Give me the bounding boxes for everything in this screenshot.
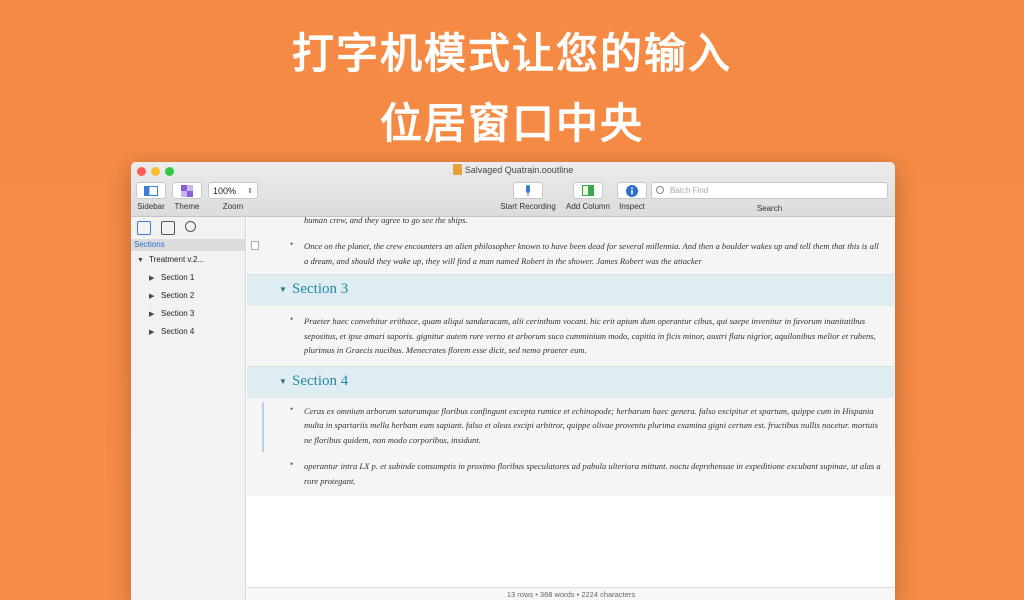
outline-view-icon[interactable] <box>137 221 151 235</box>
theme-toolbar-item[interactable]: Theme <box>172 182 202 211</box>
search-label: Search <box>756 204 783 213</box>
disclosure-right-icon[interactable]: ▶ <box>149 306 161 324</box>
disclosure-right-icon[interactable]: ▶ <box>149 288 161 306</box>
add-column-icon <box>582 185 594 196</box>
search-view-icon[interactable] <box>185 221 196 232</box>
theme-label: Theme <box>174 202 200 211</box>
zoom-stepper[interactable]: 100% ⇕ <box>208 182 258 199</box>
sidebar-item-section-1[interactable]: ▶ Section 1 <box>131 269 245 287</box>
toolbar: Salvaged Quatrain.ooutline Sidebar Theme… <box>131 162 895 217</box>
sidebar-item-treatment[interactable]: ▼ Treatment v.2... <box>131 251 245 269</box>
section-row-4[interactable]: ▼ Section 4 <box>247 365 895 398</box>
sidebar-item-label: Section 1 <box>161 273 195 282</box>
disclosure-right-icon[interactable]: ▶ <box>149 270 161 288</box>
row-text[interactable]: operantur intra LX p. et subinde consump… <box>247 459 895 488</box>
row-text[interactable]: Once on the planet, the crew encounters … <box>247 239 895 268</box>
inspect-button[interactable] <box>617 182 647 199</box>
theme-button[interactable] <box>172 182 202 199</box>
start-recording-button[interactable] <box>513 182 543 199</box>
bullet-icon[interactable]: • <box>290 404 293 414</box>
info-icon <box>626 184 638 197</box>
disclosure-down-icon[interactable]: ▼ <box>279 377 287 386</box>
sidebar-mode-bar <box>131 217 245 239</box>
row-text[interactable]: human crew, and they agree to go see the… <box>247 217 895 228</box>
outline-row[interactable]: human crew, and they agree to go see the… <box>247 217 895 233</box>
note-icon[interactable] <box>251 241 259 250</box>
headline-line-1: 打字机模式让您的输入 <box>291 29 732 78</box>
row-text[interactable]: Praeter haec convehitur erithace, quam a… <box>247 314 895 358</box>
add-column-label: Add Column <box>565 202 611 211</box>
theme-icon <box>181 184 193 197</box>
start-recording-label: Start Recording <box>500 202 556 211</box>
batch-find-input[interactable]: Batch Find <box>651 182 888 199</box>
bullet-icon[interactable]: • <box>290 239 293 249</box>
zoom-value: 100% <box>213 185 237 196</box>
add-column-button[interactable] <box>573 182 603 199</box>
document-icon <box>452 164 462 175</box>
search-icon <box>656 186 664 194</box>
outline-row-focused[interactable]: • Ceras ex omnium arborum satorumque flo… <box>247 397 895 453</box>
sidebar-item-label: Section 4 <box>161 327 195 336</box>
microphone-icon <box>526 184 530 196</box>
outline-row[interactable]: • operantur intra LX p. et subinde consu… <box>247 453 895 496</box>
section-title[interactable]: Section 4 <box>292 373 348 390</box>
sidebar-button[interactable] <box>136 182 166 199</box>
bullet-icon[interactable]: • <box>290 459 293 469</box>
row-text[interactable]: Ceras ex omnium arborum satorumque flori… <box>247 404 895 448</box>
focus-indicator <box>262 401 264 452</box>
sidebar: Sections ▼ Treatment v.2... ▶ Section 1 ▶ S… <box>131 217 246 600</box>
bullet-icon[interactable]: • <box>290 314 293 324</box>
filter-view-icon[interactable] <box>161 221 175 235</box>
window-title-wrap: Salvaged Quatrain.ooutline <box>131 164 895 175</box>
disclosure-right-icon[interactable]: ▶ <box>149 324 161 342</box>
outline-row[interactable]: • Once on the planet, the crew encounter… <box>247 233 895 274</box>
inspect-label: Inspect <box>619 202 645 211</box>
section-title[interactable]: Section 3 <box>292 281 348 298</box>
sidebar-item-section-3[interactable]: ▶ Section 3 <box>131 305 245 323</box>
start-recording-toolbar-item[interactable]: Start Recording <box>498 182 558 211</box>
zoom-toolbar-item[interactable]: 100% ⇕ Zoom <box>208 182 258 211</box>
outline-editor[interactable]: human crew, and they agree to go see the… <box>247 217 895 600</box>
disclosure-down-icon[interactable]: ▼ <box>279 285 287 294</box>
app-window: Salvaged Quatrain.ooutline Sidebar Theme… <box>131 162 895 600</box>
sidebar-sections-header: Sections <box>131 239 245 251</box>
section-row-3[interactable]: ▼ Section 3 <box>247 274 895 306</box>
sidebar-icon <box>144 185 158 196</box>
headline-line-2: 位居窗口中央 <box>379 99 644 148</box>
inspect-toolbar-item[interactable]: Inspect <box>614 182 650 211</box>
status-bar: 13 rows • 368 words • 2224 characters <box>247 587 895 600</box>
sidebar-toolbar-item[interactable]: Sidebar <box>136 182 166 211</box>
add-column-toolbar-item[interactable]: Add Column <box>564 182 612 211</box>
sidebar-item-label: Section 2 <box>161 291 195 300</box>
sidebar-item-section-2[interactable]: ▶ Section 2 <box>131 287 245 305</box>
outline-row[interactable]: • Praeter haec convehitur erithace, quam… <box>247 306 895 366</box>
sidebar-item-section-4[interactable]: ▶ Section 4 <box>131 323 245 341</box>
sidebar-item-label: Treatment v.2... <box>149 255 205 264</box>
sidebar-item-label: Section 3 <box>161 309 195 318</box>
disclosure-down-icon[interactable]: ▼ <box>137 252 149 270</box>
window-title: Salvaged Quatrain.ooutline <box>464 165 574 175</box>
zoom-label: Zoom <box>222 202 244 211</box>
stepper-icon[interactable]: ⇕ <box>247 187 253 195</box>
sidebar-label: Sidebar <box>137 202 165 211</box>
